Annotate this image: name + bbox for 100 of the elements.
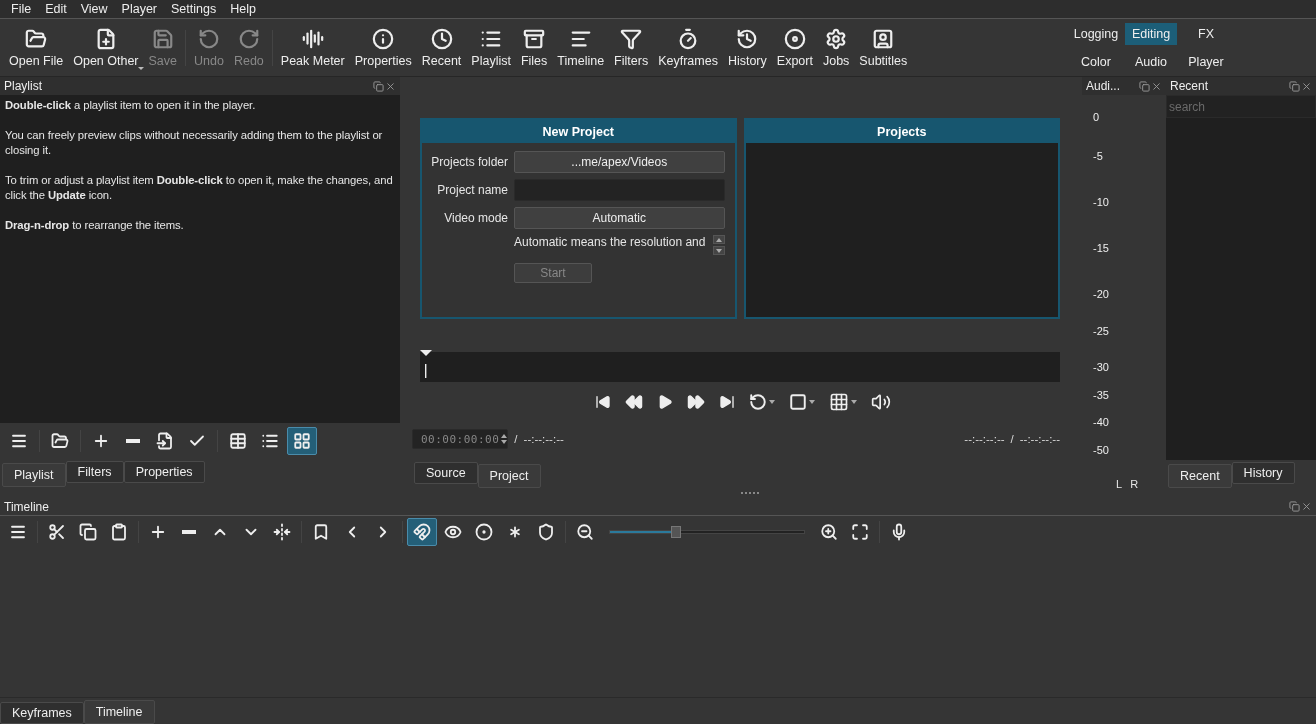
toolbar-button[interactable]: Open Other [68, 25, 144, 70]
scrubber-track[interactable] [420, 352, 1060, 382]
fast-forward-icon [687, 393, 705, 411]
panel-title: Playlist [4, 79, 43, 93]
menu-item[interactable]: View [73, 2, 115, 16]
table-view-icon [229, 432, 247, 450]
slider-thumb[interactable] [670, 526, 681, 538]
scale-label: 0 [1093, 111, 1100, 123]
panel-tab[interactable]: Timeline [83, 700, 155, 724]
panel-title: Timeline [4, 499, 50, 514]
panel-tab[interactable]: History [1231, 462, 1295, 484]
layout-button[interactable]: Logging [1070, 22, 1122, 45]
toolbar-button[interactable]: Timeline [552, 25, 610, 70]
panel-tab[interactable]: Filters [65, 461, 124, 483]
toolbar-button[interactable]: Keyframes [653, 25, 723, 70]
update-icon [156, 432, 174, 450]
copy-icon [79, 523, 97, 541]
close-icon[interactable] [1301, 80, 1312, 92]
meter-bars-icon [301, 27, 324, 50]
gear-icon [825, 27, 848, 50]
layout-button[interactable]: Audio [1125, 50, 1177, 73]
float-icon[interactable] [1289, 501, 1300, 512]
skip-back-icon [595, 394, 611, 410]
panel-tab[interactable]: Playlist [2, 463, 66, 487]
drawer-icon [523, 27, 546, 50]
menu-item[interactable]: Help [223, 2, 263, 16]
loop-icon [749, 393, 767, 411]
toolbar-button[interactable]: Export [771, 25, 818, 70]
toolbar-button[interactable]: Properties [349, 25, 417, 70]
layout-button[interactable]: Color [1070, 50, 1122, 73]
split-icon [273, 523, 291, 541]
eye-icon [444, 523, 462, 541]
field-button[interactable]: ...me/apex/Videos [514, 151, 725, 173]
target-icon [475, 523, 493, 541]
panel-title: Audi... [1086, 79, 1122, 93]
playhead-icon[interactable] [419, 350, 433, 380]
undo-icon [197, 27, 220, 50]
rewind-icon [625, 393, 643, 411]
layout-button[interactable]: Player [1180, 50, 1232, 73]
folder-icon [51, 432, 69, 450]
list-view-icon [261, 432, 279, 450]
panel-tab[interactable]: Source [414, 462, 478, 484]
scroll-up-button[interactable] [712, 235, 725, 244]
help-text: Double-click a playlist item to open it in the player. [5, 98, 257, 113]
toolbar-button[interactable]: Filters [609, 25, 654, 70]
float-icon[interactable] [1139, 80, 1150, 92]
scale-label: -20 [1093, 288, 1109, 300]
toolbar-button[interactable]: Recent [416, 25, 467, 70]
separator-text: / [1010, 433, 1014, 445]
layout-button[interactable]: FX [1180, 22, 1232, 45]
menu-item[interactable]: Edit [38, 2, 74, 16]
scroll-down-button[interactable] [712, 246, 725, 255]
panel-tab[interactable]: Properties [123, 461, 205, 483]
timecode-field[interactable]: 00:00:00:00 [412, 429, 509, 449]
clock-icon [430, 27, 453, 50]
play-icon [657, 394, 673, 410]
field-button[interactable]: Automatic [514, 207, 725, 229]
fit-icon [851, 523, 869, 541]
toolbar-button[interactable]: Files [515, 25, 553, 70]
menu-item[interactable]: Player [114, 2, 164, 16]
field-label: Video mode [443, 211, 508, 225]
scissors-icon [48, 523, 66, 541]
toolbar-button[interactable]: Subtitles [854, 25, 913, 70]
history-icon [736, 27, 759, 50]
close-icon[interactable] [1301, 501, 1312, 512]
close-icon[interactable] [385, 80, 396, 92]
toolbar-button[interactable]: Playlist [466, 25, 516, 70]
scale-label: -25 [1093, 325, 1109, 337]
resize-handle[interactable] [741, 492, 759, 494]
scale-label: -5 [1093, 150, 1103, 162]
menu-item[interactable]: Settings [164, 2, 224, 16]
in-point-text: --:--:--:-- [964, 433, 1005, 445]
panel-header: Projects [745, 120, 1058, 143]
info-icon [372, 27, 395, 50]
panel-tab[interactable]: Recent [1168, 464, 1232, 488]
help-text: You can freely preview clips without necessarily adding them to the playlist or closing it. [5, 128, 384, 158]
help-text: Drag-n-drop to rearrange the items. [5, 218, 185, 233]
scale-label: -35 [1093, 389, 1109, 401]
float-icon[interactable] [1289, 80, 1300, 92]
funnel-icon [620, 27, 643, 50]
shield-icon [537, 523, 555, 541]
toolbar-button[interactable]: History [722, 25, 772, 70]
toolbar-button[interactable]: Open File [4, 25, 69, 70]
scale-label: -30 [1093, 361, 1109, 373]
layout-button[interactable]: Editing [1125, 22, 1177, 45]
square-icon [789, 393, 807, 411]
toolbar-button[interactable]: Peak Meter [275, 25, 350, 70]
menu-item[interactable]: File [4, 2, 39, 16]
panel-tab[interactable]: Project [477, 464, 541, 488]
float-icon[interactable] [373, 80, 384, 92]
plus-icon [149, 523, 167, 541]
close-icon[interactable] [1151, 80, 1162, 92]
search-field[interactable]: search [1166, 95, 1316, 118]
grid-view-button[interactable] [287, 427, 317, 455]
toolbar-button[interactable]: Jobs [817, 25, 855, 70]
magnet-button[interactable] [407, 518, 437, 546]
disc-icon [783, 27, 806, 50]
redo-icon [237, 27, 260, 50]
panel-tab[interactable]: Keyframes [0, 702, 84, 724]
magnet-icon [413, 523, 431, 541]
